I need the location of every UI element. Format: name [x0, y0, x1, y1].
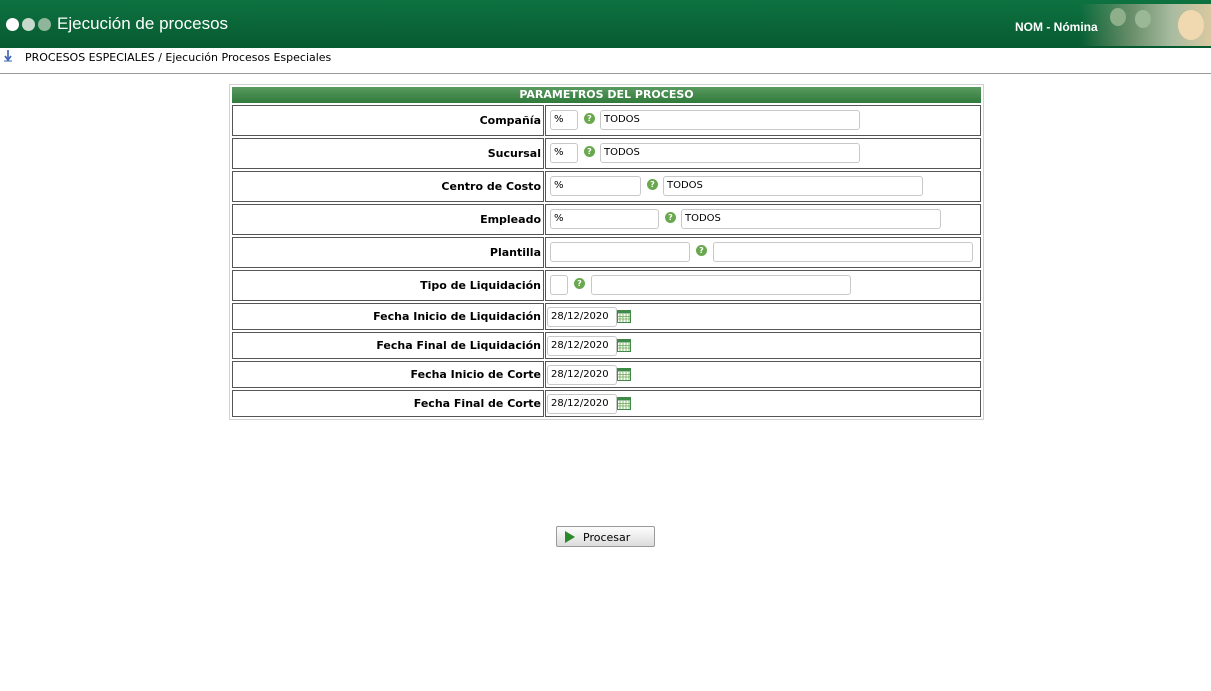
process-button[interactable]: Procesar [556, 526, 655, 547]
fecha-inicio-liquidacion-input[interactable]: 28/12/2020 [547, 307, 617, 327]
compania-code-input[interactable]: % [550, 110, 578, 130]
help-icon[interactable]: ? [574, 278, 585, 289]
calendar-icon[interactable] [617, 339, 631, 352]
dot-icon [38, 18, 51, 31]
label-fecha-inicio-liquidacion: Fecha Inicio de Liquidación [232, 303, 544, 330]
person-image [1135, 10, 1151, 28]
app-header: Ejecución de procesos NOM - Nómina [0, 0, 1211, 48]
calendar-icon[interactable] [617, 310, 631, 323]
row-fecha-final-liquidacion: 28/12/2020 [545, 332, 981, 359]
calendar-icon[interactable] [617, 397, 631, 410]
tipo-liquidacion-code-input[interactable] [550, 275, 568, 295]
centro-costo-code-input[interactable]: % [550, 176, 641, 196]
person-image [1110, 8, 1126, 26]
app-title: Ejecución de procesos [57, 14, 229, 33]
row-compania: % ? TODOS [545, 105, 981, 136]
help-icon[interactable]: ? [647, 179, 658, 190]
fecha-final-corte-input[interactable]: 28/12/2020 [547, 394, 617, 414]
window-dots [6, 18, 51, 31]
help-icon[interactable]: ? [665, 212, 676, 223]
fecha-final-liquidacion-input[interactable]: 28/12/2020 [547, 336, 617, 356]
fecha-inicio-corte-input[interactable]: 28/12/2020 [547, 365, 617, 385]
help-icon[interactable]: ? [584, 113, 595, 124]
dot-icon [22, 18, 35, 31]
label-tipo-liquidacion: Tipo de Liquidación [232, 270, 544, 301]
row-empleado: % ? TODOS [545, 204, 981, 235]
header-banner-image [1080, 4, 1211, 46]
row-centro-costo: % ? TODOS [545, 171, 981, 202]
row-sucursal: % ? TODOS [545, 138, 981, 169]
process-button-label: Procesar [583, 531, 631, 544]
label-sucursal: Sucursal [232, 138, 544, 169]
dot-icon [6, 18, 19, 31]
label-empleado: Empleado [232, 204, 544, 235]
empleado-desc-input[interactable]: TODOS [681, 209, 941, 229]
info-arrow-icon [4, 50, 12, 62]
calendar-icon[interactable] [617, 368, 631, 381]
label-compania: Compañía [232, 105, 544, 136]
plantilla-code-input[interactable] [550, 242, 690, 262]
sucursal-desc-input[interactable]: TODOS [600, 143, 860, 163]
row-fecha-inicio-corte: 28/12/2020 [545, 361, 981, 388]
play-icon [565, 531, 575, 543]
breadcrumb: PROCESOS ESPECIALES / Ejecución Procesos… [25, 51, 332, 64]
plantilla-desc-input[interactable] [713, 242, 973, 262]
compania-desc-input[interactable]: TODOS [600, 110, 860, 130]
label-fecha-inicio-corte: Fecha Inicio de Corte [232, 361, 544, 388]
label-fecha-final-corte: Fecha Final de Corte [232, 390, 544, 417]
help-icon[interactable]: ? [696, 245, 707, 256]
label-centro-costo: Centro de Costo [232, 171, 544, 202]
divider [0, 73, 1211, 74]
help-icon[interactable]: ? [584, 146, 595, 157]
row-fecha-inicio-liquidacion: 28/12/2020 [545, 303, 981, 330]
centro-costo-desc-input[interactable]: TODOS [663, 176, 923, 196]
tipo-liquidacion-desc-input[interactable] [591, 275, 851, 295]
sucursal-code-input[interactable]: % [550, 143, 578, 163]
row-tipo-liquidacion: ? [545, 270, 981, 301]
empleado-code-input[interactable]: % [550, 209, 659, 229]
module-name: NOM - Nómina [1015, 20, 1098, 34]
label-plantilla: Plantilla [232, 237, 544, 268]
parameters-panel: PARAMETROS DEL PROCESO Compañía % ? TODO… [229, 84, 984, 420]
person-image [1178, 10, 1204, 40]
row-plantilla: ? [545, 237, 981, 268]
label-fecha-final-liquidacion: Fecha Final de Liquidación [232, 332, 544, 359]
panel-title: PARAMETROS DEL PROCESO [232, 87, 981, 103]
row-fecha-final-corte: 28/12/2020 [545, 390, 981, 417]
